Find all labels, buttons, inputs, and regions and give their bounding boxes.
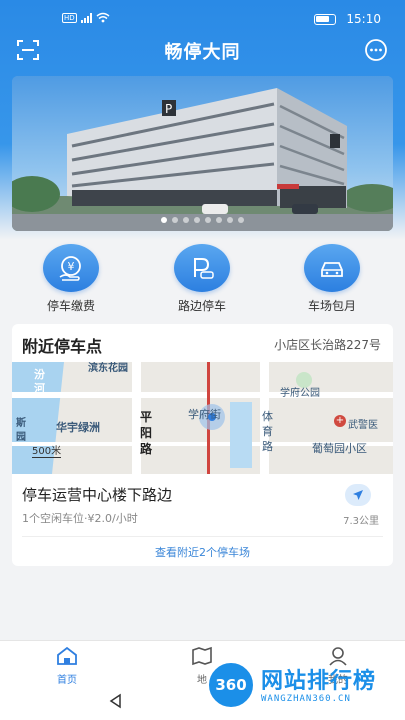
app-header: 畅停大同	[0, 34, 405, 66]
site-watermark: 360 网站排行榜 WANGZHAN360.CN	[205, 655, 405, 720]
promo-banner[interactable]: P	[12, 76, 393, 231]
page-title: 畅停大同	[164, 42, 241, 63]
divider	[22, 536, 383, 537]
map-label: 路	[262, 440, 273, 453]
banner-dot[interactable]	[216, 217, 222, 223]
map-label: 平	[140, 410, 153, 424]
svg-text:P: P	[165, 102, 172, 116]
navigate-button[interactable]	[345, 484, 371, 506]
map-label: 育	[262, 425, 273, 438]
quick-action-label: 路边停车	[177, 299, 226, 313]
yuan-payment-icon: ¥	[43, 244, 99, 292]
banner-dot[interactable]	[227, 217, 233, 223]
banner-dot[interactable]	[238, 217, 244, 223]
banner-dot[interactable]	[161, 217, 167, 223]
parking-lot-name[interactable]: 停车运营中心楼下路边	[22, 484, 172, 505]
banner-dot[interactable]	[194, 217, 200, 223]
map-scale: 500米	[32, 442, 62, 458]
map-label: 华宇绿洲	[56, 421, 100, 434]
quick-action-monthly[interactable]: 车场包月	[287, 244, 377, 314]
chat-icon[interactable]	[364, 38, 388, 62]
status-time: 15:10	[346, 12, 381, 26]
quick-action-roadside[interactable]: 路边停车	[157, 244, 247, 314]
current-address[interactable]: 小店区长治路227号	[274, 336, 381, 353]
status-left: HD	[62, 12, 110, 23]
map-label: 路	[140, 442, 153, 456]
map-label: 阳	[140, 426, 153, 440]
map-label: 学府公园	[280, 388, 320, 399]
parking-building-image: P	[12, 76, 393, 231]
map-label: 体	[262, 410, 273, 423]
roadside-parking-icon	[174, 244, 230, 292]
back-icon[interactable]	[108, 693, 124, 709]
map-label: 河	[34, 382, 45, 395]
quick-actions: ¥ 停车缴费 路边停车 车场包月	[0, 244, 405, 314]
wifi-icon	[96, 12, 110, 23]
quick-action-label: 车场包月	[307, 299, 356, 313]
network-badge: HD	[62, 12, 77, 23]
home-icon	[57, 646, 77, 665]
watermark-text: 网站排行榜	[261, 669, 377, 694]
nearby-map[interactable]: 汾 河 滨东花园 学府公园 华宇绿洲 平 阳 路 学府街 体 育 路 武警医 葡…	[12, 362, 393, 474]
watermark-url: WANGZHAN360.CN	[261, 694, 351, 704]
parking-lot-info: 1个空闲车位·¥2.0/小时	[22, 512, 138, 525]
map-label: 园	[16, 432, 26, 443]
nearby-title: 附近停车点	[22, 337, 103, 356]
map-label: 学府街	[188, 408, 221, 421]
nearby-parking-card: 附近停车点 小店区长治路227号 汾 河 滨东花园 学府公园 华宇绿洲 平 阳 …	[12, 324, 393, 566]
map-label: 葡萄园小区	[312, 442, 367, 455]
map-label: 武警医	[348, 420, 378, 431]
view-nearby-lots-link[interactable]: 查看附近2个停车场	[12, 544, 393, 560]
tab-label: 首页	[57, 675, 77, 686]
svg-text:¥: ¥	[68, 260, 75, 273]
tab-home[interactable]: 首页	[32, 646, 102, 686]
signal-icon	[80, 12, 92, 23]
banner-dot[interactable]	[172, 217, 178, 223]
watermark-badge: 360	[207, 661, 255, 709]
parking-lot-distance: 7.3公里	[343, 516, 379, 527]
hospital-icon: +	[334, 415, 346, 427]
car-icon	[304, 244, 360, 292]
banner-dot[interactable]	[205, 217, 211, 223]
status-right: 15:10	[314, 12, 381, 26]
nearby-header: 附近停车点 小店区长治路227号	[12, 324, 393, 362]
quick-action-label: 停车缴费	[46, 299, 95, 313]
banner-dot[interactable]	[183, 217, 189, 223]
banner-pagination	[12, 217, 393, 223]
map-label: 斯	[16, 418, 26, 429]
battery-icon	[314, 13, 337, 25]
quick-action-payment[interactable]: ¥ 停车缴费	[26, 244, 116, 314]
navigation-arrow-icon	[353, 490, 363, 500]
map-label: 滨东花园	[88, 363, 128, 374]
